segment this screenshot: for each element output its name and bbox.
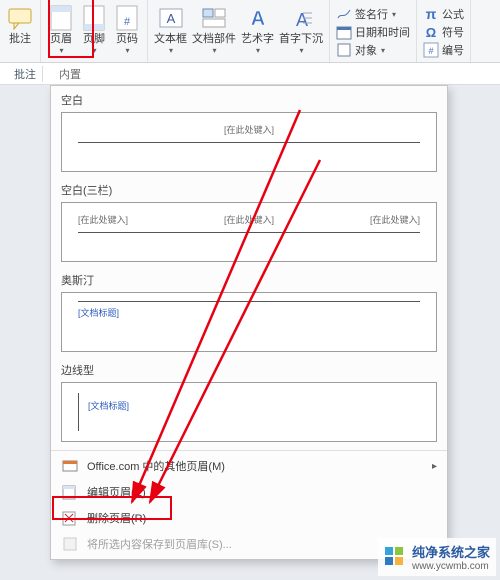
document-canvas: 空白 [在此处键入] 空白(三栏) [在此处键入] [在此处键入] [在此处键入… xyxy=(0,85,500,580)
quick-parts-label: 文档部件 xyxy=(192,33,236,46)
quick-parts-icon xyxy=(200,4,228,32)
symbol-button[interactable]: Ω 符号 xyxy=(421,23,466,41)
calendar-icon xyxy=(336,24,352,40)
svg-text:A: A xyxy=(166,11,175,26)
preset-sideline[interactable]: 边线型 [文档标题] xyxy=(51,358,447,448)
object-label: 对象 xyxy=(355,42,377,58)
svg-text:#: # xyxy=(124,16,131,28)
header-icon xyxy=(47,4,75,32)
header-label: 页眉 xyxy=(50,33,72,46)
footer-icon xyxy=(80,4,108,32)
datetime-label: 日期和时间 xyxy=(355,24,410,40)
object-button[interactable]: 对象 ▾ xyxy=(334,41,412,59)
group-label-comment: 批注 xyxy=(14,66,36,82)
save-gallery-icon xyxy=(61,535,79,553)
pi-icon: π xyxy=(423,6,439,22)
number-button[interactable]: # 编号 xyxy=(421,41,466,59)
preset-blank-three[interactable]: 空白(三栏) [在此处键入] [在此处键入] [在此处键入] xyxy=(51,178,447,268)
signature-icon xyxy=(336,6,352,22)
menu-label: 删除页眉(R) xyxy=(87,510,437,526)
menu-label: Office.com 中的其他页眉(M) xyxy=(87,458,424,474)
footer-button[interactable]: 页脚 ▾ xyxy=(78,3,110,56)
preset-title: 空白(三栏) xyxy=(61,182,437,198)
textbox-button[interactable]: A 文本框 ▾ xyxy=(152,3,189,56)
watermark: 纯净系统之家 www.ycwmb.com xyxy=(378,538,496,576)
preset-austin[interactable]: 奥斯汀 [文档标题] xyxy=(51,268,447,358)
page-number-label: 页码 xyxy=(116,33,138,46)
datetime-button[interactable]: 日期和时间 xyxy=(334,23,412,41)
wordart-label: 艺术字 xyxy=(241,33,274,46)
menu-edit-header[interactable]: 编辑页眉(E) xyxy=(51,479,447,505)
menu-office-more-headers[interactable]: Office.com 中的其他页眉(M) ▸ xyxy=(51,453,447,479)
chevron-down-icon: ▾ xyxy=(125,46,129,55)
chevron-down-icon: ▾ xyxy=(169,46,173,55)
office-icon xyxy=(61,457,79,475)
chevron-down-icon: ▾ xyxy=(256,46,260,55)
symbol-label: 符号 xyxy=(442,24,464,40)
comment-icon xyxy=(6,4,34,32)
preset-title: 边线型 xyxy=(61,362,437,378)
quick-parts-button[interactable]: 文档部件 ▾ xyxy=(190,3,238,56)
preset-title: 空白 xyxy=(61,92,437,108)
number-icon: # xyxy=(423,42,439,58)
textbox-label: 文本框 xyxy=(154,33,187,46)
chevron-down-icon: ▾ xyxy=(92,46,96,55)
textbox-icon: A xyxy=(157,4,185,32)
page-number-icon: # xyxy=(113,4,141,32)
preset-blank[interactable]: 空白 [在此处键入] xyxy=(51,88,447,178)
placeholder-text: [在此处键入] xyxy=(224,213,274,226)
svg-text:#: # xyxy=(428,46,433,56)
preset-list: 空白 [在此处键入] 空白(三栏) [在此处键入] [在此处键入] [在此处键入… xyxy=(51,86,447,450)
dropcap-icon: A xyxy=(287,4,315,32)
equation-label: 公式 xyxy=(442,6,464,22)
group-label-row: 批注 内置 xyxy=(0,63,500,85)
svg-text:A: A xyxy=(250,8,264,30)
placeholder-text: [在此处键入] xyxy=(370,213,420,226)
object-icon xyxy=(336,42,352,58)
menu-label: 编辑页眉(E) xyxy=(87,484,437,500)
omega-icon: Ω xyxy=(423,24,439,40)
wordart-icon: A xyxy=(244,4,272,32)
chevron-down-icon: ▾ xyxy=(381,46,385,55)
comment-button[interactable]: 批注 xyxy=(4,3,36,47)
wordart-button[interactable]: A 艺术字 ▾ xyxy=(239,3,276,56)
watermark-text: 纯净系统之家 xyxy=(412,542,490,561)
chevron-down-icon: ▾ xyxy=(59,46,63,55)
header-button[interactable]: 页眉 ▾ xyxy=(45,3,77,56)
number-label: 编号 xyxy=(442,42,464,58)
page-number-button[interactable]: # 页码 ▾ xyxy=(111,3,143,56)
builtin-label: 内置 xyxy=(59,66,81,82)
chevron-right-icon: ▸ xyxy=(432,461,437,472)
preset-title: 奥斯汀 xyxy=(61,272,437,288)
watermark-url: www.ycwmb.com xyxy=(412,561,490,572)
placeholder-text: [文档标题] xyxy=(78,308,119,318)
footer-label: 页脚 xyxy=(83,33,105,46)
chevron-down-icon: ▾ xyxy=(392,10,396,19)
equation-button[interactable]: π 公式 xyxy=(421,5,466,23)
dropcap-label: 首字下沉 xyxy=(279,33,323,46)
edit-header-icon xyxy=(61,483,79,501)
chevron-down-icon: ▾ xyxy=(212,46,216,55)
remove-header-icon xyxy=(61,509,79,527)
signature-button[interactable]: 签名行 ▾ xyxy=(334,5,412,23)
placeholder-text: [在此处键入] xyxy=(78,213,128,226)
placeholder-text: [文档标题] xyxy=(88,401,129,411)
chevron-down-icon: ▾ xyxy=(299,46,303,55)
menu-remove-header[interactable]: 删除页眉(R) xyxy=(51,505,447,531)
placeholder-text: [在此处键入] xyxy=(224,125,274,135)
dropcap-button[interactable]: A 首字下沉 ▾ xyxy=(277,3,325,56)
ribbon: 批注 页眉 ▾ 页脚 ▾ # 页码 xyxy=(0,0,500,63)
signature-label: 签名行 xyxy=(355,6,388,22)
watermark-logo-icon xyxy=(384,546,406,568)
header-gallery-dropdown: 空白 [在此处键入] 空白(三栏) [在此处键入] [在此处键入] [在此处键入… xyxy=(50,85,448,560)
separator xyxy=(42,66,43,82)
comment-label: 批注 xyxy=(9,33,31,46)
